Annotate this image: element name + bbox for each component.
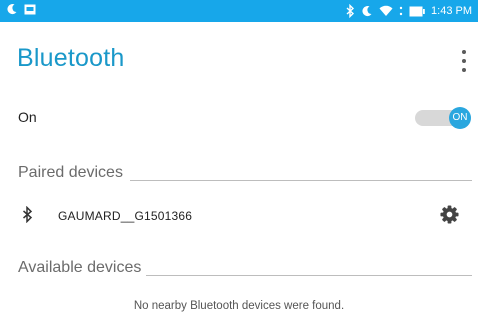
- gear-icon[interactable]: [440, 205, 459, 229]
- wifi-icon: [379, 5, 393, 17]
- paired-device-row[interactable]: GAUMARD__G1501366: [0, 197, 478, 233]
- bluetooth-toggle[interactable]: ON: [415, 107, 473, 129]
- moon-icon: [361, 5, 373, 17]
- status-bar: 1:43 PM: [0, 0, 478, 22]
- page-title: Bluetooth: [17, 44, 125, 72]
- overflow-menu-icon[interactable]: [458, 50, 470, 72]
- battery-icon: [409, 6, 425, 17]
- bluetooth-icon: [346, 4, 355, 18]
- no-devices-message: No nearby Bluetooth devices were found.: [133, 300, 345, 312]
- bluetooth-icon: [22, 205, 33, 228]
- toggle-thumb: ON: [449, 107, 471, 129]
- device-name: GAUMARD__G1501366: [58, 209, 193, 223]
- moon-icon: [6, 3, 18, 15]
- message-icon: [24, 4, 36, 15]
- bluetooth-toggle-label: On: [18, 109, 37, 125]
- status-time: 1:43 PM: [431, 5, 472, 17]
- available-devices-header: Available devices: [18, 259, 142, 276]
- signal-dots-icon: [399, 5, 403, 17]
- section-divider: [130, 180, 472, 181]
- paired-devices-header: Paired devices: [18, 164, 123, 181]
- section-divider: [146, 275, 472, 276]
